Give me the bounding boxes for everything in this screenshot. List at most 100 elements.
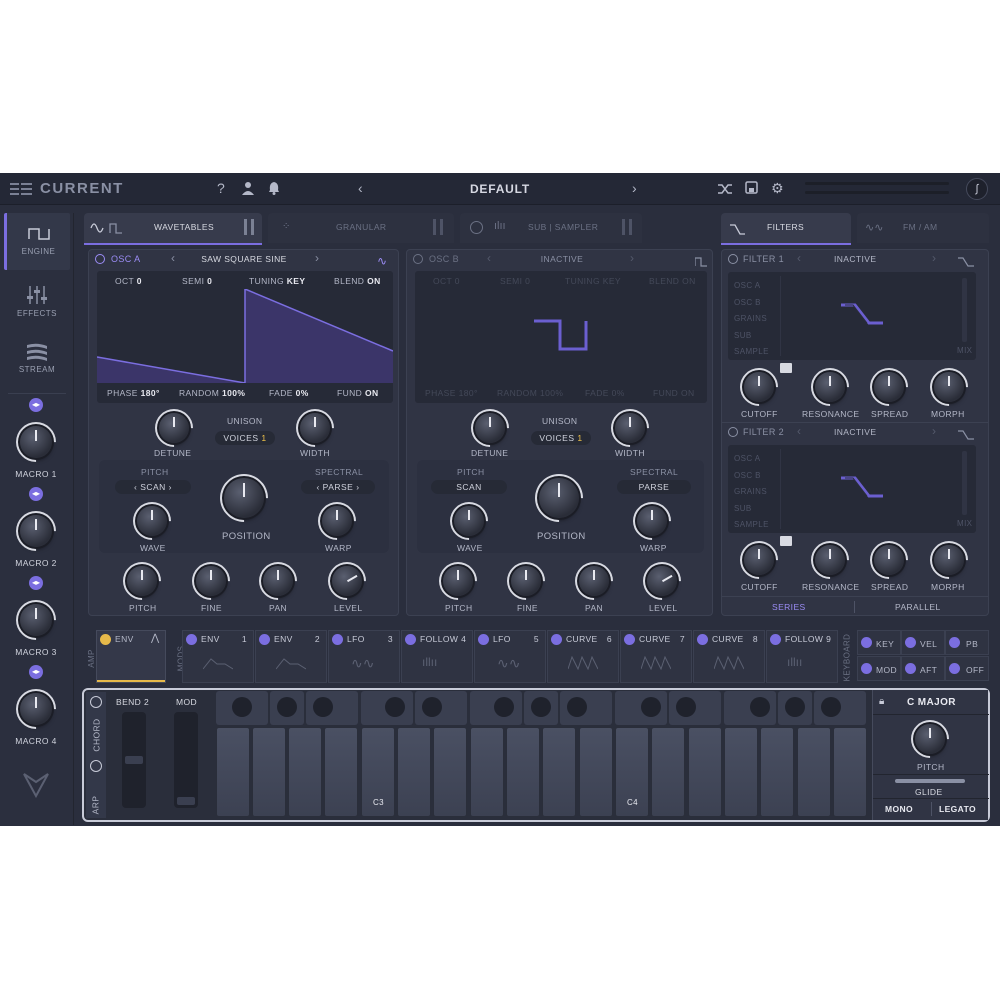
sidebar-item-effects[interactable]: EFFECTS bbox=[4, 281, 70, 331]
macro-link-icon[interactable]: ◂▸ bbox=[29, 665, 43, 679]
filter-2-resonance-knob[interactable] bbox=[815, 545, 845, 575]
save-icon[interactable] bbox=[745, 181, 758, 199]
lock-icon[interactable]: 🔒︎ bbox=[879, 696, 884, 707]
tab-granular[interactable]: ⁘ GRANULAR bbox=[268, 213, 454, 243]
mod-cell-env-1[interactable]: ENV 1 bbox=[182, 630, 254, 683]
tab-toggle-icon[interactable] bbox=[244, 219, 254, 235]
pitch-bend-wheel[interactable] bbox=[122, 712, 146, 808]
white-key[interactable] bbox=[579, 727, 613, 817]
voices-field[interactable]: VOICES 1 bbox=[531, 431, 591, 445]
white-key[interactable] bbox=[542, 727, 576, 817]
mono-button[interactable]: MONO bbox=[885, 804, 913, 814]
white-key-c4[interactable]: C4 bbox=[615, 727, 649, 817]
white-key[interactable] bbox=[216, 727, 250, 817]
tab-toggle-icon[interactable] bbox=[622, 219, 632, 235]
mod-cell-follow-4[interactable]: FOLLOW 4 ıllıı bbox=[401, 630, 473, 683]
tab-sub-sampler[interactable]: ılıı SUB | SAMPLER bbox=[460, 213, 642, 243]
macro-4-knob[interactable] bbox=[20, 693, 52, 725]
prev-preset-icon[interactable]: ‹ bbox=[358, 180, 363, 196]
wavetable-display[interactable]: OCT 0 SEMI 0 TUNING KEY BLEND ON PHASE 1… bbox=[97, 271, 393, 403]
sidebar-item-engine[interactable]: ENGINE bbox=[4, 213, 70, 270]
level-knob[interactable] bbox=[647, 566, 677, 596]
filter-type-icon[interactable] bbox=[958, 254, 974, 272]
filter-1-morph-knob[interactable] bbox=[934, 372, 964, 402]
kb-vel-button[interactable]: VEL bbox=[901, 630, 945, 655]
source-sample[interactable]: SAMPLE bbox=[734, 517, 769, 534]
black-key[interactable] bbox=[361, 691, 413, 725]
spectral-select[interactable]: ‹ PARSE › bbox=[301, 480, 375, 494]
legato-button[interactable]: LEGATO bbox=[939, 804, 976, 814]
white-key[interactable] bbox=[288, 727, 322, 817]
macro-1-knob[interactable] bbox=[20, 426, 52, 458]
parallel-button[interactable]: PARALLEL bbox=[895, 602, 941, 612]
fine-knob[interactable] bbox=[196, 566, 226, 596]
master-volume-slider-2[interactable] bbox=[805, 191, 949, 194]
kb-aft-button[interactable]: AFT bbox=[901, 656, 945, 681]
white-key[interactable] bbox=[397, 727, 431, 817]
white-key[interactable] bbox=[506, 727, 540, 817]
square-wave-icon[interactable] bbox=[694, 254, 707, 272]
black-key[interactable] bbox=[778, 691, 812, 725]
piano-icon[interactable] bbox=[780, 536, 792, 546]
power-icon[interactable] bbox=[95, 254, 105, 264]
white-key[interactable] bbox=[470, 727, 504, 817]
warp-knob[interactable] bbox=[322, 506, 352, 536]
wave-knob[interactable] bbox=[137, 506, 167, 536]
filter-2-display[interactable]: OSC A OSC B GRAINS SUB SAMPLE MIX bbox=[728, 445, 976, 533]
kb-key-button[interactable]: KEY bbox=[857, 630, 901, 655]
mod-cell-env-2[interactable]: ENV 2 bbox=[255, 630, 327, 683]
mod-cell-lfo-5[interactable]: LFO 5 ∿∿ bbox=[474, 630, 546, 683]
preset-name[interactable]: DEFAULT bbox=[440, 182, 560, 196]
width-knob[interactable] bbox=[615, 413, 645, 443]
mix-slider[interactable] bbox=[962, 451, 967, 515]
white-key[interactable] bbox=[324, 727, 358, 817]
pitch-knob[interactable] bbox=[443, 566, 473, 596]
glide-slider[interactable] bbox=[895, 779, 965, 783]
detune-knob[interactable] bbox=[475, 413, 505, 443]
wavetable-display[interactable]: OCT 0 SEMI 0 TUNING KEY BLEND ON PHASE 1… bbox=[415, 271, 707, 403]
next-wavetable-icon[interactable]: › bbox=[630, 251, 634, 265]
filter-2-power-icon[interactable] bbox=[728, 427, 738, 437]
help-icon[interactable]: ? bbox=[217, 180, 225, 196]
black-key[interactable] bbox=[216, 691, 268, 725]
white-key[interactable] bbox=[797, 727, 831, 817]
macro-link-icon[interactable]: ◂▸ bbox=[29, 487, 43, 501]
tab-wavetables[interactable]: WAVETABLES bbox=[84, 213, 262, 243]
source-osc-a[interactable]: OSC A bbox=[734, 278, 769, 295]
curve-icon[interactable]: ∫ bbox=[966, 178, 988, 200]
mod-cell-follow-9[interactable]: FOLLOW 9 ıllıı bbox=[766, 630, 838, 683]
filter-2-spread-knob[interactable] bbox=[874, 545, 904, 575]
mod-cell-curve-8[interactable]: CURVE 8 bbox=[693, 630, 765, 683]
macro-link-icon[interactable]: ◂▸ bbox=[29, 398, 43, 412]
settings-gear-icon[interactable]: ⚙ bbox=[771, 180, 784, 197]
next-wavetable-icon[interactable]: › bbox=[315, 251, 319, 265]
white-key[interactable] bbox=[760, 727, 794, 817]
kb-off-button[interactable]: OFF bbox=[945, 656, 989, 681]
pitch-mode-select[interactable]: ‹ SCAN › bbox=[115, 480, 191, 494]
chord-power-icon[interactable] bbox=[90, 696, 102, 708]
scale-name[interactable]: C MAJOR bbox=[907, 697, 956, 708]
black-key[interactable] bbox=[524, 691, 558, 725]
tab-fm-am[interactable]: ∿∿ FM / AM bbox=[857, 213, 989, 243]
filter-2-morph-knob[interactable] bbox=[934, 545, 964, 575]
kb-mod-button[interactable]: MOD bbox=[857, 656, 901, 681]
fine-knob[interactable] bbox=[511, 566, 541, 596]
level-knob[interactable] bbox=[332, 566, 362, 596]
macro-link-icon[interactable]: ◂▸ bbox=[29, 576, 43, 590]
source-grains[interactable]: GRAINS bbox=[734, 484, 769, 501]
piano-icon[interactable] bbox=[780, 363, 792, 373]
pan-knob[interactable] bbox=[263, 566, 293, 596]
kb-pb-button[interactable]: PB bbox=[945, 630, 989, 655]
black-key[interactable] bbox=[306, 691, 358, 725]
prev-filter-icon[interactable]: ‹ bbox=[797, 251, 801, 265]
black-key[interactable] bbox=[615, 691, 667, 725]
detune-knob[interactable] bbox=[159, 413, 189, 443]
filter-1-spread-knob[interactable] bbox=[874, 372, 904, 402]
arp-power-icon[interactable] bbox=[90, 760, 102, 772]
pitch-mode-select[interactable]: SCAN bbox=[431, 480, 507, 494]
power-icon[interactable] bbox=[413, 254, 423, 264]
position-knob[interactable] bbox=[224, 478, 264, 518]
next-preset-icon[interactable]: › bbox=[632, 180, 637, 196]
black-key[interactable] bbox=[415, 691, 467, 725]
mod-cell-curve-6[interactable]: CURVE 6 bbox=[547, 630, 619, 683]
